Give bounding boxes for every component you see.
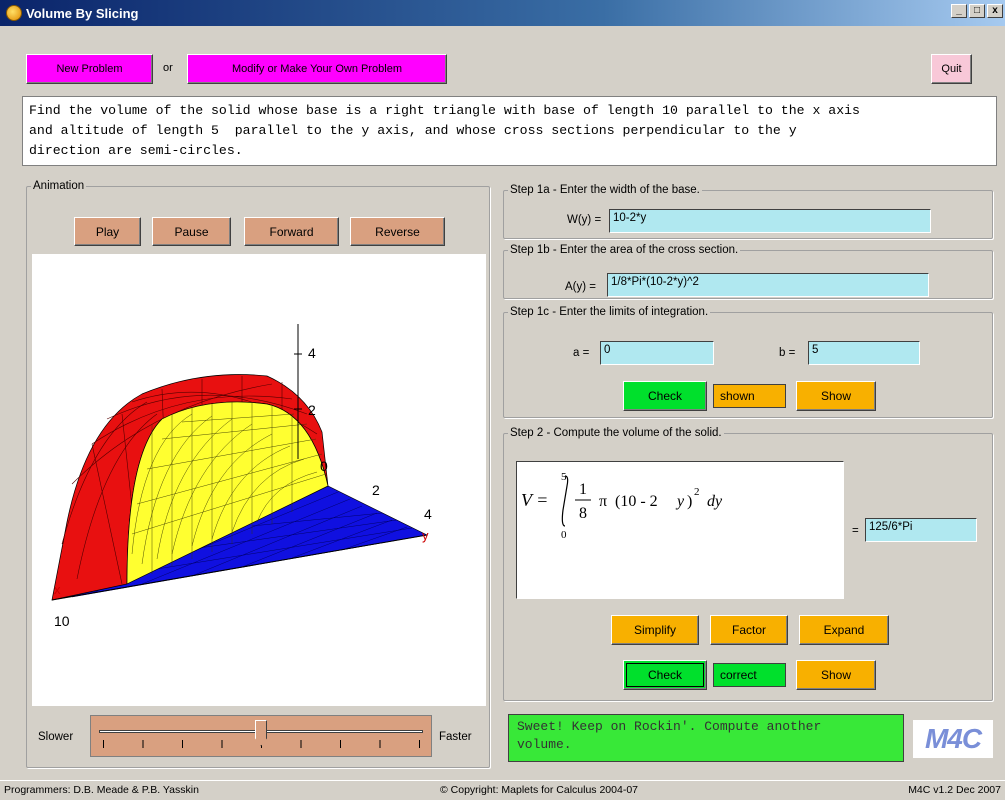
formula-lower-limit: 0	[561, 529, 567, 541]
forward-button[interactable]: Forward	[244, 217, 339, 246]
check-limits-button[interactable]: Check	[623, 381, 707, 411]
volume-formula-display: V = 5 0 1 8 π (10 - 2 y ) 2 dy	[516, 461, 844, 599]
step1b-legend: Step 1b - Enter the area of the cross se…	[510, 244, 739, 256]
status-version: M4C v1.2 Dec 2007	[908, 784, 1001, 796]
equals-sign: =	[852, 525, 859, 537]
show-limits-button[interactable]: Show	[796, 381, 876, 411]
formula-lhs: V =	[521, 490, 548, 510]
formula-numerator: 1	[579, 481, 587, 498]
y-tick-4: 4	[424, 506, 432, 522]
modify-problem-button[interactable]: Modify or Make Your Own Problem	[187, 54, 447, 84]
z-tick-0: 0	[320, 458, 328, 474]
close-button[interactable]: x	[987, 4, 1003, 18]
z-tick-2: 2	[308, 402, 316, 418]
upper-limit-label: b =	[779, 347, 796, 359]
quit-button[interactable]: Quit	[931, 54, 972, 84]
faster-label: Faster	[439, 731, 472, 743]
check-volume-button[interactable]: Check	[623, 660, 707, 690]
simplify-button[interactable]: Simplify	[611, 615, 699, 645]
animation-legend: Animation	[33, 180, 85, 192]
status-bar: Programmers: D.B. Meade & P.B. Yasskin ©…	[0, 780, 1005, 800]
step1a-legend: Step 1a - Enter the width of the base.	[510, 184, 700, 196]
z-tick-4: 4	[308, 345, 316, 361]
m4c-logo: M4C	[913, 720, 993, 758]
formula-pi: π	[599, 493, 607, 510]
step1c-legend: Step 1c - Enter the limits of integratio…	[510, 306, 709, 318]
w-label: W(y) =	[567, 214, 602, 226]
status-copyright: © Copyright: Maplets for Calculus 2004-0…	[440, 784, 638, 796]
lower-limit-input[interactable]: 0	[600, 341, 714, 365]
y-tick-2: 2	[372, 482, 380, 498]
width-input[interactable]: 10-2*y	[609, 209, 931, 233]
step2-legend: Step 2 - Compute the volume of the solid…	[510, 427, 722, 439]
limits-status: shown	[713, 384, 786, 408]
upper-limit-input[interactable]: 5	[808, 341, 920, 365]
factor-button[interactable]: Factor	[710, 615, 788, 645]
formula-exponent: 2	[694, 486, 700, 498]
slower-label: Slower	[38, 731, 74, 743]
formula-var: y	[675, 493, 685, 510]
expand-button[interactable]: Expand	[799, 615, 889, 645]
status-programmers: Programmers: D.B. Meade & P.B. Yasskin	[4, 784, 199, 796]
or-label: or	[163, 62, 173, 74]
y-axis-var: y	[422, 528, 429, 543]
formula-denominator: 8	[579, 505, 587, 522]
new-problem-button[interactable]: New Problem	[26, 54, 153, 84]
formula-body: (10 - 2	[615, 493, 658, 510]
minimize-button[interactable]: _	[951, 4, 967, 18]
maximize-button[interactable]: □	[969, 4, 985, 18]
volume-status: correct	[713, 663, 786, 687]
lower-limit-label: a =	[573, 347, 590, 359]
formula-dy: dy	[707, 493, 723, 510]
show-volume-button[interactable]: Show	[796, 660, 876, 690]
plot-area: 4 2 0 2 4 y 10 x	[32, 254, 486, 706]
x-axis-var: x	[54, 582, 61, 597]
volume-result-input[interactable]: 125/6*Pi	[865, 518, 977, 542]
area-input[interactable]: 1/8*Pi*(10-2*y)^2	[607, 273, 929, 297]
play-button[interactable]: Play	[74, 217, 141, 246]
problem-text: Find the volume of the solid whose base …	[22, 96, 997, 166]
formula-close: )	[687, 493, 692, 510]
title-bar: Volume By Slicing _ □ x	[0, 0, 1005, 26]
app-icon	[6, 5, 22, 21]
speed-slider[interactable]	[90, 715, 432, 757]
integral-sign	[561, 475, 569, 527]
formula-upper-limit: 5	[561, 471, 567, 483]
x-tick-10: 10	[54, 613, 70, 629]
window-title: Volume By Slicing	[26, 5, 139, 21]
a-label: A(y) =	[565, 281, 596, 293]
reverse-button[interactable]: Reverse	[350, 217, 445, 246]
pause-button[interactable]: Pause	[152, 217, 231, 246]
feedback-message: Sweet! Keep on Rockin'. Compute another …	[508, 714, 904, 762]
